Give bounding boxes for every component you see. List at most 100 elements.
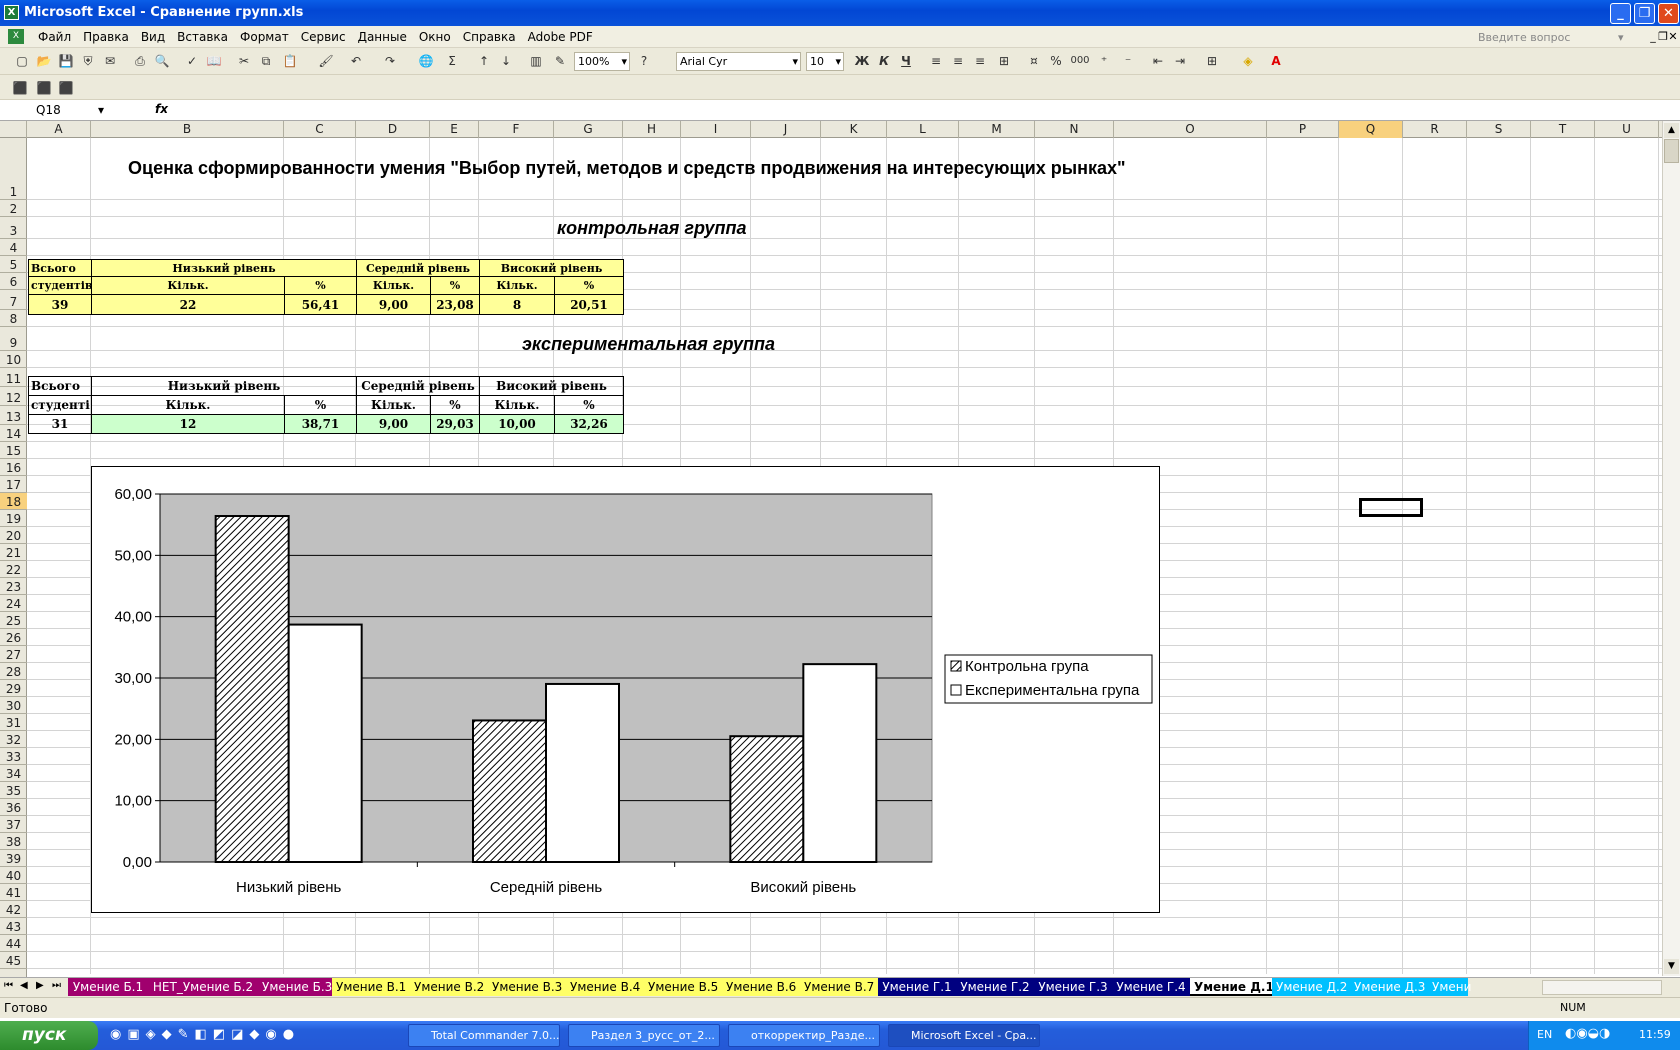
print-preview-icon[interactable]: 🔍 [152,52,172,70]
decrease-decimal-icon[interactable]: ⁻ [1118,52,1138,70]
column-header[interactable]: J [751,121,821,138]
sheet-tab[interactable]: Умение В.6 [722,978,800,996]
column-header[interactable]: R [1403,121,1467,138]
chart-area[interactable]: 0,00 10,00 20,00 30,00 40,00 50,00 60,00 Низьки… [91,466,1160,913]
sheet-tab[interactable]: Умение Г.2 [956,978,1034,996]
undo-icon[interactable]: ↶ [346,52,366,70]
header-percent[interactable]: % [430,276,480,295]
column-header[interactable]: E [430,121,479,138]
row-header[interactable]: 16 [0,459,27,476]
row-header[interactable]: 44 [0,935,27,952]
pdf-convert-icon[interactable]: ⬛ [10,79,30,97]
column-header[interactable]: M [959,121,1035,138]
vertical-scrollbar[interactable]: ▲ ▼ [1662,121,1680,976]
currency-icon[interactable]: ¤ [1024,52,1044,70]
header-count[interactable]: Кільк. [356,276,431,295]
cell-low-percent[interactable]: 56,41 [284,294,357,315]
header-percent[interactable]: % [554,395,624,415]
bar-chart[interactable]: 0,00 10,00 20,00 30,00 40,00 50,00 60,00 Низьки… [92,467,1161,914]
cell-low-percent[interactable]: 38,71 [284,414,357,434]
sheet-tab[interactable]: Умение В.3 [488,978,566,996]
header-high-level[interactable]: Високий рівень [479,376,624,396]
header-count[interactable]: Кільк. [91,395,285,415]
restore-button[interactable]: ❐ [1634,3,1655,24]
tab-first-icon[interactable]: ⏮ [4,980,13,991]
menu-item-5[interactable]: Сервис [295,26,352,48]
header-percent[interactable]: % [284,395,357,415]
column-header[interactable]: L [887,121,959,138]
merge-center-icon[interactable]: ⊞ [994,52,1014,70]
header-mid-level[interactable]: Середній рівень [356,259,480,277]
row-header[interactable]: 7 [0,290,27,310]
zoom-select[interactable]: 100% ▾ [574,52,630,71]
row-header[interactable]: 12 [0,387,27,406]
row-header[interactable]: 4 [0,239,27,256]
header-total-students[interactable]: студенті [28,395,92,415]
taskbar-item[interactable]: Microsoft Excel - Сра... [888,1024,1040,1047]
column-header[interactable]: C [284,121,356,138]
borders-icon[interactable]: ⊞ [1202,52,1222,70]
cut-icon[interactable]: ✂ [234,52,254,70]
sheet-tab[interactable]: Умение В.4 [566,978,644,996]
hyperlink-icon[interactable]: 🌐 [416,52,436,70]
cell-total[interactable]: 39 [28,294,92,315]
column-header[interactable]: I [681,121,751,138]
excel-app-icon[interactable]: X [4,5,19,20]
row-header[interactable]: 18 [0,493,27,510]
percent-button[interactable]: % [1046,52,1066,70]
align-left-icon[interactable]: ≡ [926,52,946,70]
row-header[interactable]: 9 [0,327,27,351]
row-header[interactable]: 42 [0,901,27,918]
row-header[interactable]: 31 [0,714,27,731]
active-cell-q18[interactable] [1359,498,1423,517]
row-header[interactable]: 11 [0,368,27,387]
column-header[interactable]: Q [1339,121,1403,138]
increase-decimal-icon[interactable]: ⁺ [1094,52,1114,70]
row-header[interactable]: 20 [0,527,27,544]
sheet-tab[interactable]: Умение В.5 [644,978,722,996]
permission-icon[interactable]: ⛨ [78,52,98,70]
sheet-tab[interactable]: Умение В.7 [800,978,878,996]
cell-mid-percent[interactable]: 29,03 [430,414,480,434]
name-box[interactable]: Q18 ▾ [2,102,110,119]
column-header[interactable]: O [1114,121,1267,138]
row-header[interactable]: 45 [0,952,27,969]
row-header[interactable]: 30 [0,697,27,714]
header-total[interactable]: Всього [28,376,92,396]
row-header[interactable]: 36 [0,799,27,816]
bar[interactable] [472,719,547,863]
tab-last-icon[interactable]: ⏭ [52,980,61,991]
header-low-level[interactable]: Низький рівень [91,376,357,396]
row-header[interactable]: 40 [0,867,27,884]
column-header[interactable]: U [1595,121,1659,138]
underline-button[interactable]: Ч [896,52,916,70]
column-header[interactable]: B [91,121,284,138]
font-select[interactable]: Arial Cyr ▾ [676,52,801,71]
row-header[interactable]: 28 [0,663,27,680]
row-header[interactable]: 15 [0,442,27,459]
column-header[interactable]: D [356,121,430,138]
column-header[interactable]: F [479,121,554,138]
minimize-button[interactable]: _ [1610,3,1631,24]
increase-indent-icon[interactable]: ⇥ [1170,52,1190,70]
row-header[interactable]: 26 [0,629,27,646]
row-header[interactable]: 19 [0,510,27,527]
autosum-icon[interactable]: Σ [442,52,462,70]
sheet-tab[interactable]: Умение Г.1 [878,978,956,996]
sheet-tab[interactable]: Умение Д.3 [1350,978,1428,996]
sheet-tab[interactable]: Умение В.2 [410,978,488,996]
row-header[interactable]: 33 [0,748,27,765]
taskbar-item[interactable]: Total Commander 7.0... [408,1024,560,1047]
row-header[interactable]: 39 [0,850,27,867]
sort-ascending-icon[interactable]: ↑ [474,52,494,70]
row-header[interactable]: 10 [0,351,27,368]
header-percent[interactable]: % [284,276,357,295]
header-low-level[interactable]: Низький рівень [91,259,357,277]
scroll-thumb[interactable] [1664,139,1679,163]
chart-wizard-icon[interactable]: ▥ [526,52,546,70]
menu-item-6[interactable]: Данные [352,26,413,48]
font-color-icon[interactable]: A [1266,52,1286,70]
sheet-tab[interactable]: Умение Д.1 [1190,978,1274,996]
pdf-email-icon[interactable]: ⬛ [34,79,54,97]
menu-item-3[interactable]: Вставка [171,26,234,48]
